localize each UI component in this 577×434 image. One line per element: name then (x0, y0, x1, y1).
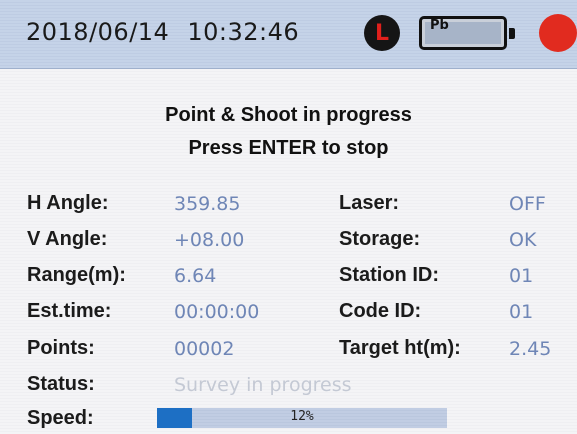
battery-type-label: Pb (430, 18, 449, 33)
est-time-label: Est.time: (27, 300, 112, 322)
range-label: Range(m): (27, 264, 126, 286)
progress-title: Point & Shoot in progress (165, 104, 412, 126)
device-screen: 2018/06/14 10:32:46 L Pb Point & Shoot in… (0, 0, 577, 434)
station-id-label: Station ID: (339, 264, 439, 286)
date-text: 2018/06/14 (26, 18, 170, 46)
speed-progress-bar: 12% (157, 408, 447, 428)
datetime: 2018/06/14 10:32:46 (26, 18, 299, 46)
v-angle-label: V Angle: (27, 228, 108, 250)
time-text: 10:32:46 (187, 18, 300, 46)
points-label: Points: (27, 337, 95, 359)
points-value: 00002 (174, 338, 235, 360)
storage-label: Storage: (339, 228, 421, 250)
code-id-label: Code ID: (339, 300, 422, 322)
laser-icon-glyph: L (374, 20, 390, 46)
v-angle-value: +08.00 (174, 229, 245, 251)
target-height-value: 2.45 (509, 338, 552, 360)
status-value: Survey in progress (174, 374, 352, 396)
status-bar: 2018/06/14 10:32:46 L Pb (0, 0, 577, 69)
station-id-value: 01 (509, 265, 534, 287)
battery-icon: Pb (419, 16, 515, 50)
laser-icon: L (364, 15, 400, 51)
stop-instruction: Press ENTER to stop (188, 137, 389, 159)
range-value: 6.64 (174, 265, 217, 287)
storage-value: OK (509, 229, 537, 251)
laser-value: OFF (509, 193, 546, 215)
speed-percent-text: 12% (290, 409, 314, 424)
target-height-label: Target ht(m): (339, 337, 461, 359)
h-angle-label: H Angle: (27, 192, 109, 214)
record-icon (539, 14, 577, 52)
laser-label: Laser: (339, 192, 400, 214)
code-id-value: 01 (509, 301, 534, 323)
status-label: Status: (27, 373, 95, 395)
battery-cap (509, 28, 515, 39)
speed-label: Speed: (27, 407, 94, 429)
est-time-value: 00:00:00 (174, 301, 260, 323)
h-angle-value: 359.85 (174, 193, 241, 215)
